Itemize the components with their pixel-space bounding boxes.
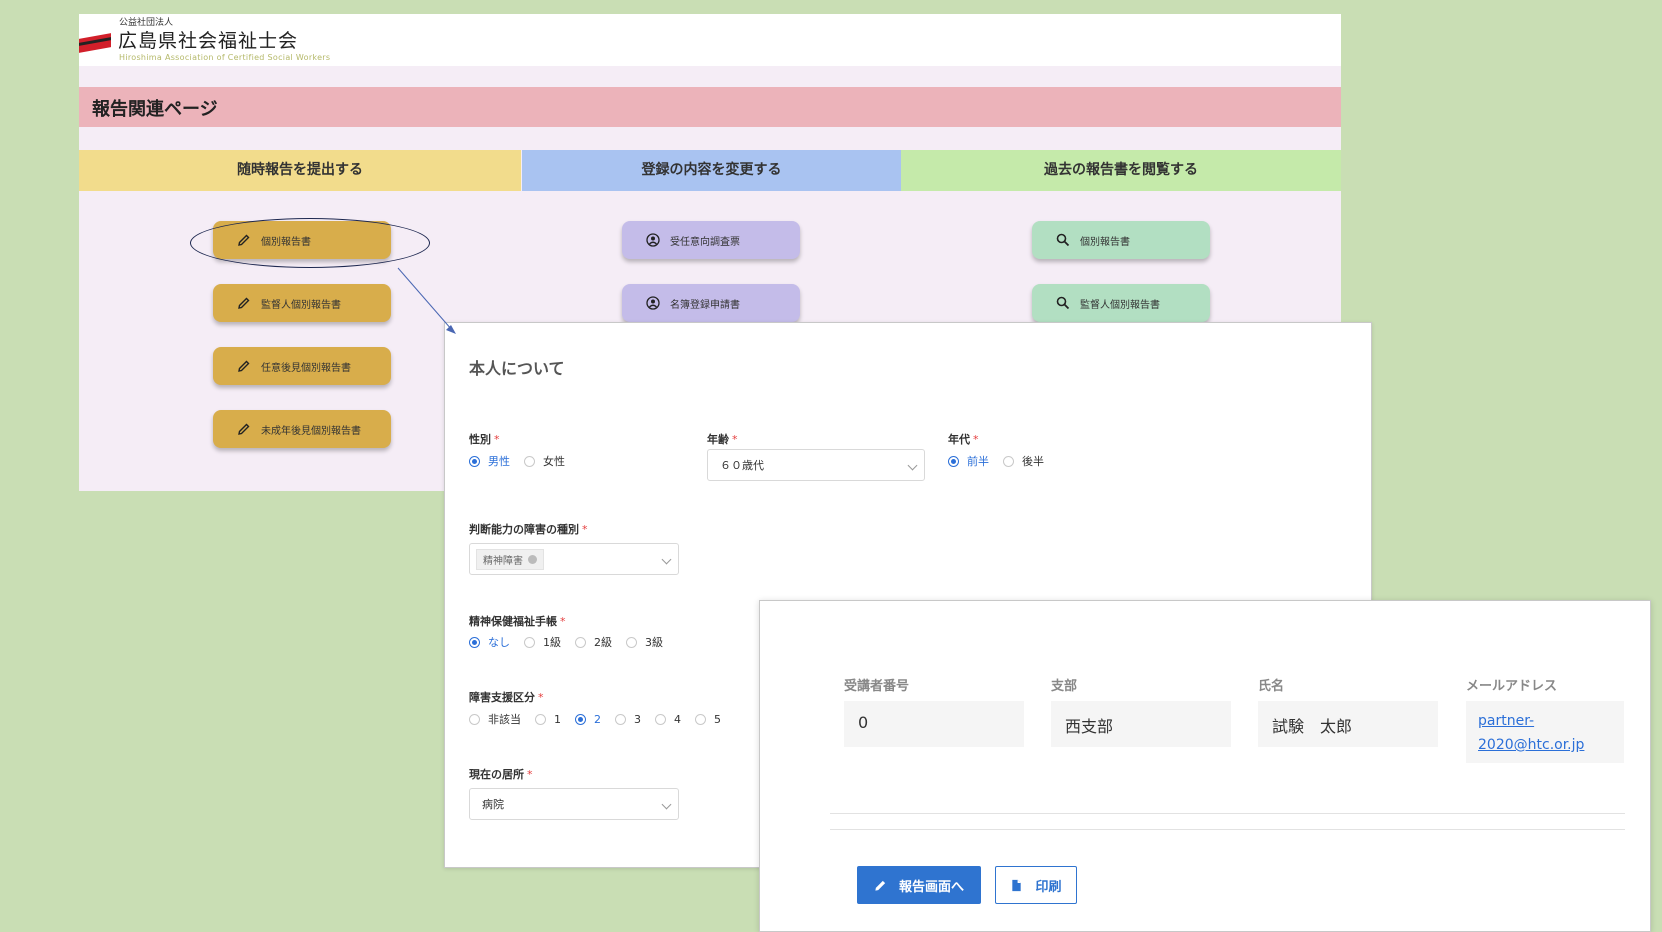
radio-grade-2[interactable]: 2級 xyxy=(575,634,612,650)
branch-label: 支部 xyxy=(1051,679,1078,694)
user-circle-icon xyxy=(646,296,660,310)
page-title-bar: 報告関連ページ xyxy=(79,87,1341,127)
view-supervisor-report-button[interactable]: 監督人個別報告書 xyxy=(1032,284,1210,322)
logo-mark-icon xyxy=(79,33,111,53)
support-class-label: 障害支援区分 * xyxy=(469,691,544,704)
minor-guardian-report-button[interactable]: 未成年後見個別報告書 xyxy=(213,410,391,448)
sex-radio-group: 男性 女性 xyxy=(469,453,579,469)
age-select[interactable]: ６０歳代 xyxy=(707,449,925,481)
document-icon xyxy=(1012,879,1022,891)
radio-class-4[interactable]: 4 xyxy=(655,713,681,726)
disability-type-label: 判断能力の障害の種別 * xyxy=(469,523,588,536)
roster-registration-button[interactable]: 名簿登録申請書 xyxy=(622,284,800,322)
radio-class-2[interactable]: 2 xyxy=(575,713,601,726)
name-value: 試験 太郎 xyxy=(1258,701,1438,747)
sex-label: 性別 * xyxy=(469,433,500,446)
radio-second-half[interactable]: 後半 xyxy=(1003,453,1044,469)
pencil-icon xyxy=(238,297,250,309)
email-value: partner-2020@htc.or.jp xyxy=(1466,701,1624,763)
applicant-number-label: 受講者番号 xyxy=(844,679,910,694)
search-icon xyxy=(1056,233,1070,247)
radio-not-applicable[interactable]: 非該当 xyxy=(469,711,521,727)
button-label: 監督人個別報告書 xyxy=(261,299,341,311)
chevron-down-icon xyxy=(661,554,672,565)
button-label: 任意後見個別報告書 xyxy=(261,362,351,374)
chevron-down-icon xyxy=(661,799,672,810)
pencil-icon xyxy=(238,423,250,435)
page-title: 報告関連ページ xyxy=(92,99,218,120)
era-radio-group: 前半 後半 xyxy=(948,453,1058,469)
name-label: 氏名 xyxy=(1258,679,1285,694)
divider xyxy=(830,813,1625,814)
age-label: 年齢 * xyxy=(707,433,738,446)
radio-circle xyxy=(469,455,480,467)
radio-circle xyxy=(535,713,546,725)
button-label: 未成年後見個別報告書 xyxy=(261,425,361,437)
applicant-info-window: 受講者番号 0 支部 西支部 氏名 試験 太郎 メールアドレス partner-… xyxy=(759,600,1651,932)
residence-label: 現在の居所 * xyxy=(469,768,533,781)
section-title: 本人について xyxy=(469,359,565,378)
radio-circle xyxy=(615,713,626,725)
divider xyxy=(830,829,1625,830)
radio-grade-1[interactable]: 1級 xyxy=(524,634,561,650)
button-label: 報告画面へ xyxy=(898,879,964,895)
radio-circle xyxy=(695,713,706,725)
column-heading-change: 登録の内容を変更する xyxy=(522,150,901,191)
button-label: 個別報告書 xyxy=(1080,236,1130,248)
chevron-down-icon xyxy=(907,460,918,471)
email-link[interactable]: partner-2020@htc.or.jp xyxy=(1478,713,1584,753)
residence-select[interactable]: 病院 xyxy=(469,788,679,820)
tag-close-icon[interactable] xyxy=(528,554,537,564)
handbook-label: 精神保健福祉手帳 * xyxy=(469,615,566,628)
print-button[interactable]: 印刷 xyxy=(995,866,1077,904)
radio-none[interactable]: なし xyxy=(469,634,510,650)
pencil-icon xyxy=(238,360,250,372)
radio-circle xyxy=(524,455,535,467)
branch-value: 西支部 xyxy=(1051,701,1231,747)
acceptance-survey-button[interactable]: 受任意向調査票 xyxy=(622,221,800,259)
handbook-radio-group: なし 1級 2級 3級 xyxy=(469,634,677,650)
disability-type-select[interactable]: 精神障害 xyxy=(469,543,679,575)
radio-circle xyxy=(948,455,959,467)
user-circle-icon xyxy=(646,233,660,247)
radio-circle xyxy=(469,713,480,725)
radio-class-1[interactable]: 1 xyxy=(535,713,561,726)
org-english-name: Hiroshima Association of Certified Socia… xyxy=(119,53,331,62)
radio-grade-3[interactable]: 3級 xyxy=(626,634,663,650)
selected-tag: 精神障害 xyxy=(476,548,544,570)
button-label: 監督人個別報告書 xyxy=(1080,299,1160,311)
voluntary-guardian-report-button[interactable]: 任意後見個別報告書 xyxy=(213,347,391,385)
radio-class-5[interactable]: 5 xyxy=(695,713,721,726)
radio-circle xyxy=(626,636,637,648)
radio-circle xyxy=(524,636,535,648)
view-individual-report-button[interactable]: 個別報告書 xyxy=(1032,221,1210,259)
highlight-ellipse xyxy=(190,218,430,268)
supervisor-individual-report-button[interactable]: 監督人個別報告書 xyxy=(213,284,391,322)
radio-circle xyxy=(1003,455,1014,467)
applicant-number-value: 0 xyxy=(844,701,1024,747)
radio-male[interactable]: 男性 xyxy=(469,453,510,469)
pencil-icon xyxy=(875,880,886,891)
org-name[interactable]: 広島県社会福祉士会 xyxy=(118,26,298,53)
radio-first-half[interactable]: 前半 xyxy=(948,453,989,469)
support-class-radio-group: 非該当 1 2 3 4 5 xyxy=(469,711,735,727)
radio-circle xyxy=(575,713,586,725)
search-icon xyxy=(1056,296,1070,310)
go-to-report-button[interactable]: 報告画面へ xyxy=(857,866,981,904)
button-label: 名簿登録申請書 xyxy=(670,299,740,311)
radio-class-3[interactable]: 3 xyxy=(615,713,641,726)
button-label: 印刷 xyxy=(1035,879,1062,895)
radio-female[interactable]: 女性 xyxy=(524,453,565,469)
radio-circle xyxy=(655,713,666,725)
column-heading-submit: 随時報告を提出する xyxy=(79,150,521,191)
site-header: 公益社団法人 広島県社会福祉士会 Hiroshima Association o… xyxy=(79,14,1341,66)
radio-circle xyxy=(575,636,586,648)
email-label: メールアドレス xyxy=(1466,679,1558,694)
button-label: 受任意向調査票 xyxy=(670,236,740,248)
column-heading-view: 過去の報告書を閲覧する xyxy=(901,150,1341,191)
radio-circle xyxy=(469,636,480,648)
era-label: 年代 * xyxy=(948,433,979,446)
